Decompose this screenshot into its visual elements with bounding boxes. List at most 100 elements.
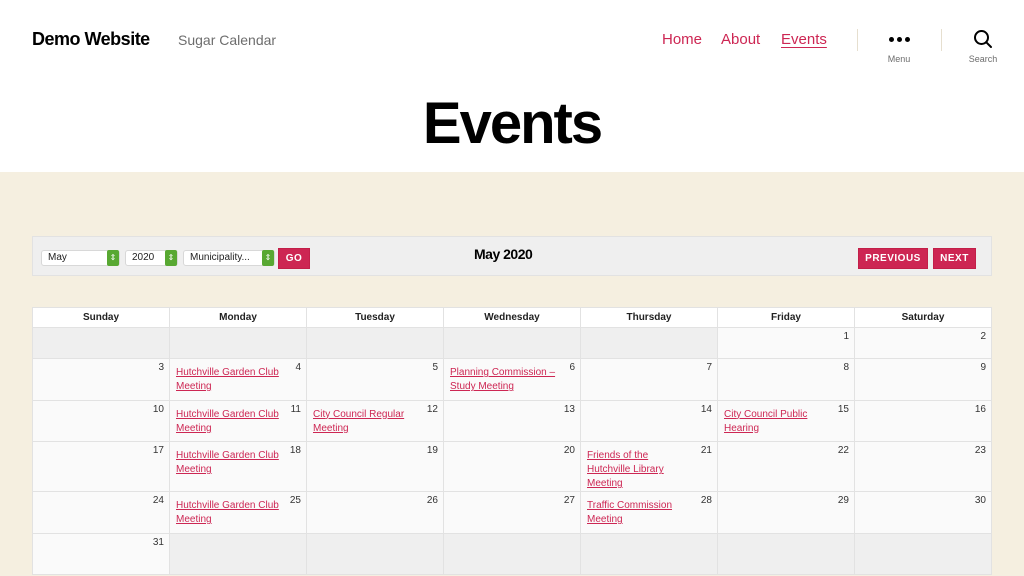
site-description: Sugar Calendar [178,32,277,48]
day-number: 24 [152,495,164,507]
menu-label: Menu [887,54,911,64]
weekday-header: Sunday [32,307,170,328]
calendar-day-cell: 10 [32,399,170,443]
calendar-empty-cell [169,327,307,359]
calendar-day-cell: 14 [580,399,718,443]
day-number: 14 [700,403,712,415]
calendar-day-cell: 2 [854,327,992,359]
day-number: 18 [289,445,301,457]
nav-link-about[interactable]: About [721,31,760,48]
nav-item-home[interactable]: Home [662,31,702,48]
month-select[interactable]: May ⇕ [41,250,120,266]
nav-item-about[interactable]: About [721,31,760,48]
event-link[interactable]: Hutchville Garden Club Meeting [176,449,282,477]
calendar-day-cell: 23 [854,441,992,493]
municipality-select-value: Municipality... [190,252,250,263]
day-number: 1 [843,331,849,342]
calendar-day-cell: 25 Hutchville Garden Club Meeting [169,491,307,534]
event-link[interactable]: Hutchville Garden Club Meeting [176,499,282,527]
day-number: 7 [706,362,712,373]
nav-link-events[interactable]: Events [781,31,827,48]
day-number: 19 [426,445,438,457]
day-number: 16 [974,403,986,415]
event-link[interactable]: Hutchville Garden Club Meeting [176,408,282,436]
day-number: 9 [980,362,986,373]
day-number: 31 [152,536,164,548]
calendar-day-cell: 3 [32,358,170,401]
event-link[interactable]: Traffic Commission Meeting [587,499,693,527]
calendar-day-cell: 9 [854,358,992,401]
day-number: 6 [569,362,575,373]
weekday-header: Thursday [580,307,718,328]
calendar-empty-cell [169,532,307,576]
day-number: 25 [289,495,301,507]
previous-button[interactable]: PREVIOUS [858,248,928,269]
calendar-day-cell: 11 Hutchville Garden Club Meeting [169,399,307,443]
nav-link-home[interactable]: Home [662,31,702,48]
menu-button[interactable]: Menu [869,28,929,64]
day-number: 12 [426,403,438,415]
weekday-header-row: Sunday Monday Tuesday Wednesday Thursday Frid… [32,307,992,328]
event-link[interactable]: Hutchville Garden Club Meeting [176,366,282,394]
day-number: 2 [980,331,986,342]
calendar-day-cell: 20 [443,441,581,493]
day-number: 26 [426,495,438,507]
event-link[interactable]: Friends of the Hutchville Library Meetin… [587,449,693,491]
calendar-empty-cell [854,532,992,576]
calendar-empty-cell [580,327,718,359]
year-select-value: 2020 [132,252,155,263]
calendar-empty-cell [443,532,581,576]
calendar-day-cell: 28 Traffic Commission Meeting [580,491,718,534]
calendar-empty-cell [306,327,444,359]
calendar-day-cell: 29 [717,491,855,534]
calendar-week-row: 31 [32,532,992,576]
weekday-header: Monday [169,307,307,328]
event-link[interactable]: Planning Commission – Study Meeting [450,366,556,394]
calendar-week-row: 17 18 Hutchville Garden Club Meeting 19 20 21… [32,441,992,493]
weekday-header: Friday [717,307,855,328]
divider [941,29,942,51]
calendar-empty-cell [580,532,718,576]
calendar-toolbar: May ⇕ 2020 ⇕ Municipality... ⇕ GO May 20… [32,236,992,276]
weekday-header: Tuesday [306,307,444,328]
calendar-day-cell: 18 Hutchville Garden Club Meeting [169,441,307,493]
event-link[interactable]: City Council Public Hearing [724,408,830,436]
calendar-week-row: 24 25 Hutchville Garden Club Meeting 26 27 28… [32,491,992,534]
search-button[interactable]: Search [953,28,1013,64]
municipality-select[interactable]: Municipality... ⇕ [183,250,275,266]
day-number: 11 [290,403,301,415]
calendar-day-cell: 7 [580,358,718,401]
calendar-day-cell: 19 [306,441,444,493]
day-number: 27 [563,495,575,507]
calendar-day-cell: 30 [854,491,992,534]
calendar-week-row: 10 11 Hutchville Garden Club Meeting 12 City… [32,399,992,443]
current-month-title: May 2020 [474,246,533,262]
year-select[interactable]: 2020 ⇕ [125,250,178,266]
calendar-day-cell: 1 [717,327,855,359]
site-header: Demo Website Sugar Calendar Home About E… [0,0,1024,172]
day-number: 23 [974,445,986,457]
calendar-empty-cell [443,327,581,359]
select-arrows-icon: ⇕ [107,250,119,266]
site-title[interactable]: Demo Website [32,29,150,50]
day-number: 21 [700,445,712,457]
day-number: 22 [837,445,849,457]
calendar-day-cell: 12 City Council Regular Meeting [306,399,444,443]
nav-item-events[interactable]: Events [781,31,827,48]
weekday-header: Wednesday [443,307,581,328]
day-number: 20 [563,445,575,457]
calendar-week-row: 12 [32,327,992,359]
month-select-value: May [48,252,67,263]
calendar-day-cell: 8 [717,358,855,401]
event-link[interactable]: City Council Regular Meeting [313,408,419,436]
page-title: Events [422,91,603,156]
day-number: 15 [837,403,849,415]
select-arrows-icon: ⇕ [165,250,177,266]
calendar-day-cell: 6 Planning Commission – Study Meeting [443,358,581,401]
go-button[interactable]: GO [278,248,310,269]
next-button[interactable]: NEXT [933,248,976,269]
day-number: 29 [837,495,849,507]
calendar-week-row: 3 4 Hutchville Garden Club Meeting 5 6 Planni… [32,358,992,401]
calendar-day-cell: 4 Hutchville Garden Club Meeting [169,358,307,401]
day-number: 4 [295,362,301,373]
